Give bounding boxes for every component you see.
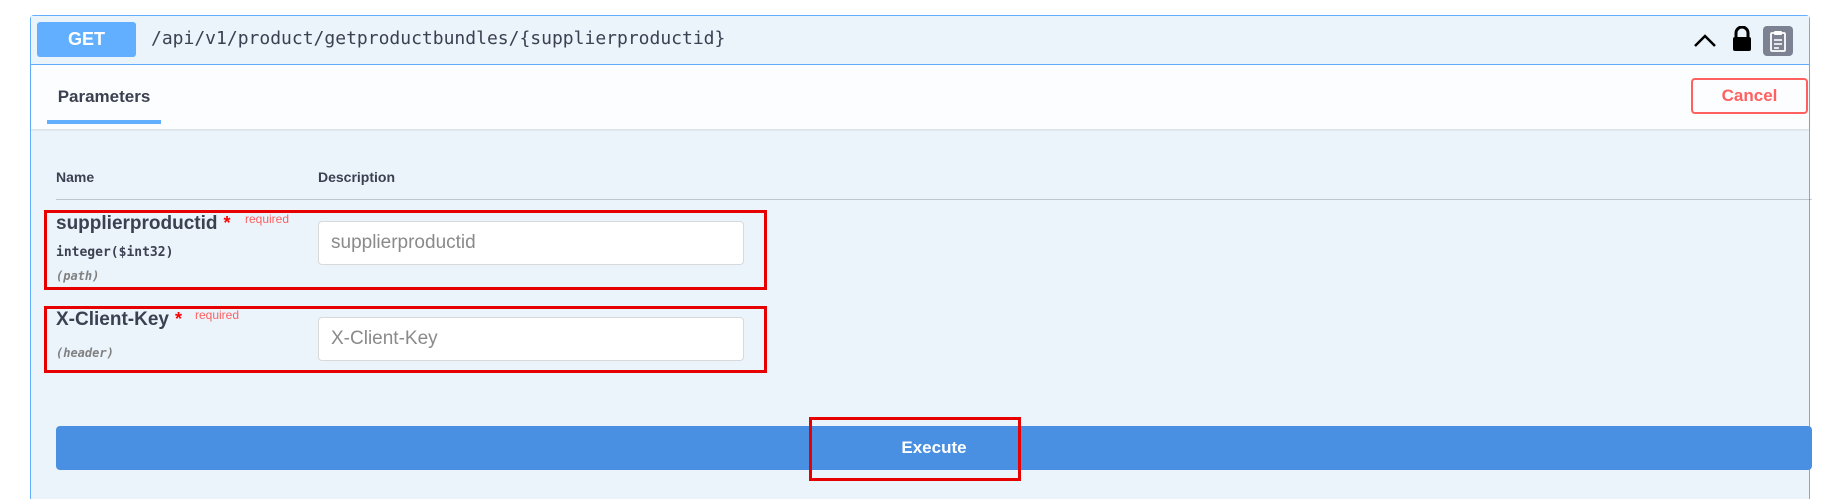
param-name-label: supplierproductid	[56, 213, 218, 234]
operation-block-get: GET /api/v1/product/getproductbundles/{s…	[30, 15, 1812, 499]
operation-path: /api/v1/product/getproductbundles/{suppl…	[151, 28, 726, 49]
table-header-divider	[56, 199, 1812, 200]
column-header-description: Description	[318, 169, 396, 185]
param-name-label: X-Client-Key	[56, 309, 169, 330]
operation-summary[interactable]: GET /api/v1/product/getproductbundles/{s…	[31, 16, 1809, 65]
param-type: integer($int32)	[56, 245, 174, 260]
supplierproductid-input[interactable]	[318, 221, 744, 265]
http-method-badge: GET	[37, 22, 136, 57]
required-star: *	[174, 309, 182, 329]
required-label: required	[195, 308, 240, 322]
column-header-name: Name	[56, 169, 95, 185]
param-name-supplierproductid: supplierproductid *	[56, 213, 231, 235]
x-client-key-input[interactable]	[318, 317, 744, 361]
clipboard-copy-icon[interactable]	[1763, 26, 1793, 56]
parameters-section-header: Parameters Cancel	[31, 65, 1809, 129]
lock-icon[interactable]	[1731, 25, 1755, 54]
chevron-up-icon[interactable]	[1691, 30, 1719, 52]
param-location: (header)	[56, 346, 114, 360]
execute-button[interactable]: Execute	[56, 426, 1812, 470]
required-star: *	[223, 213, 231, 233]
tab-parameters[interactable]: Parameters	[47, 65, 161, 129]
required-label: required	[245, 212, 290, 226]
cancel-button[interactable]: Cancel	[1691, 78, 1808, 114]
param-location: (path)	[56, 269, 100, 283]
param-name-x-client-key: X-Client-Key *	[56, 309, 182, 331]
